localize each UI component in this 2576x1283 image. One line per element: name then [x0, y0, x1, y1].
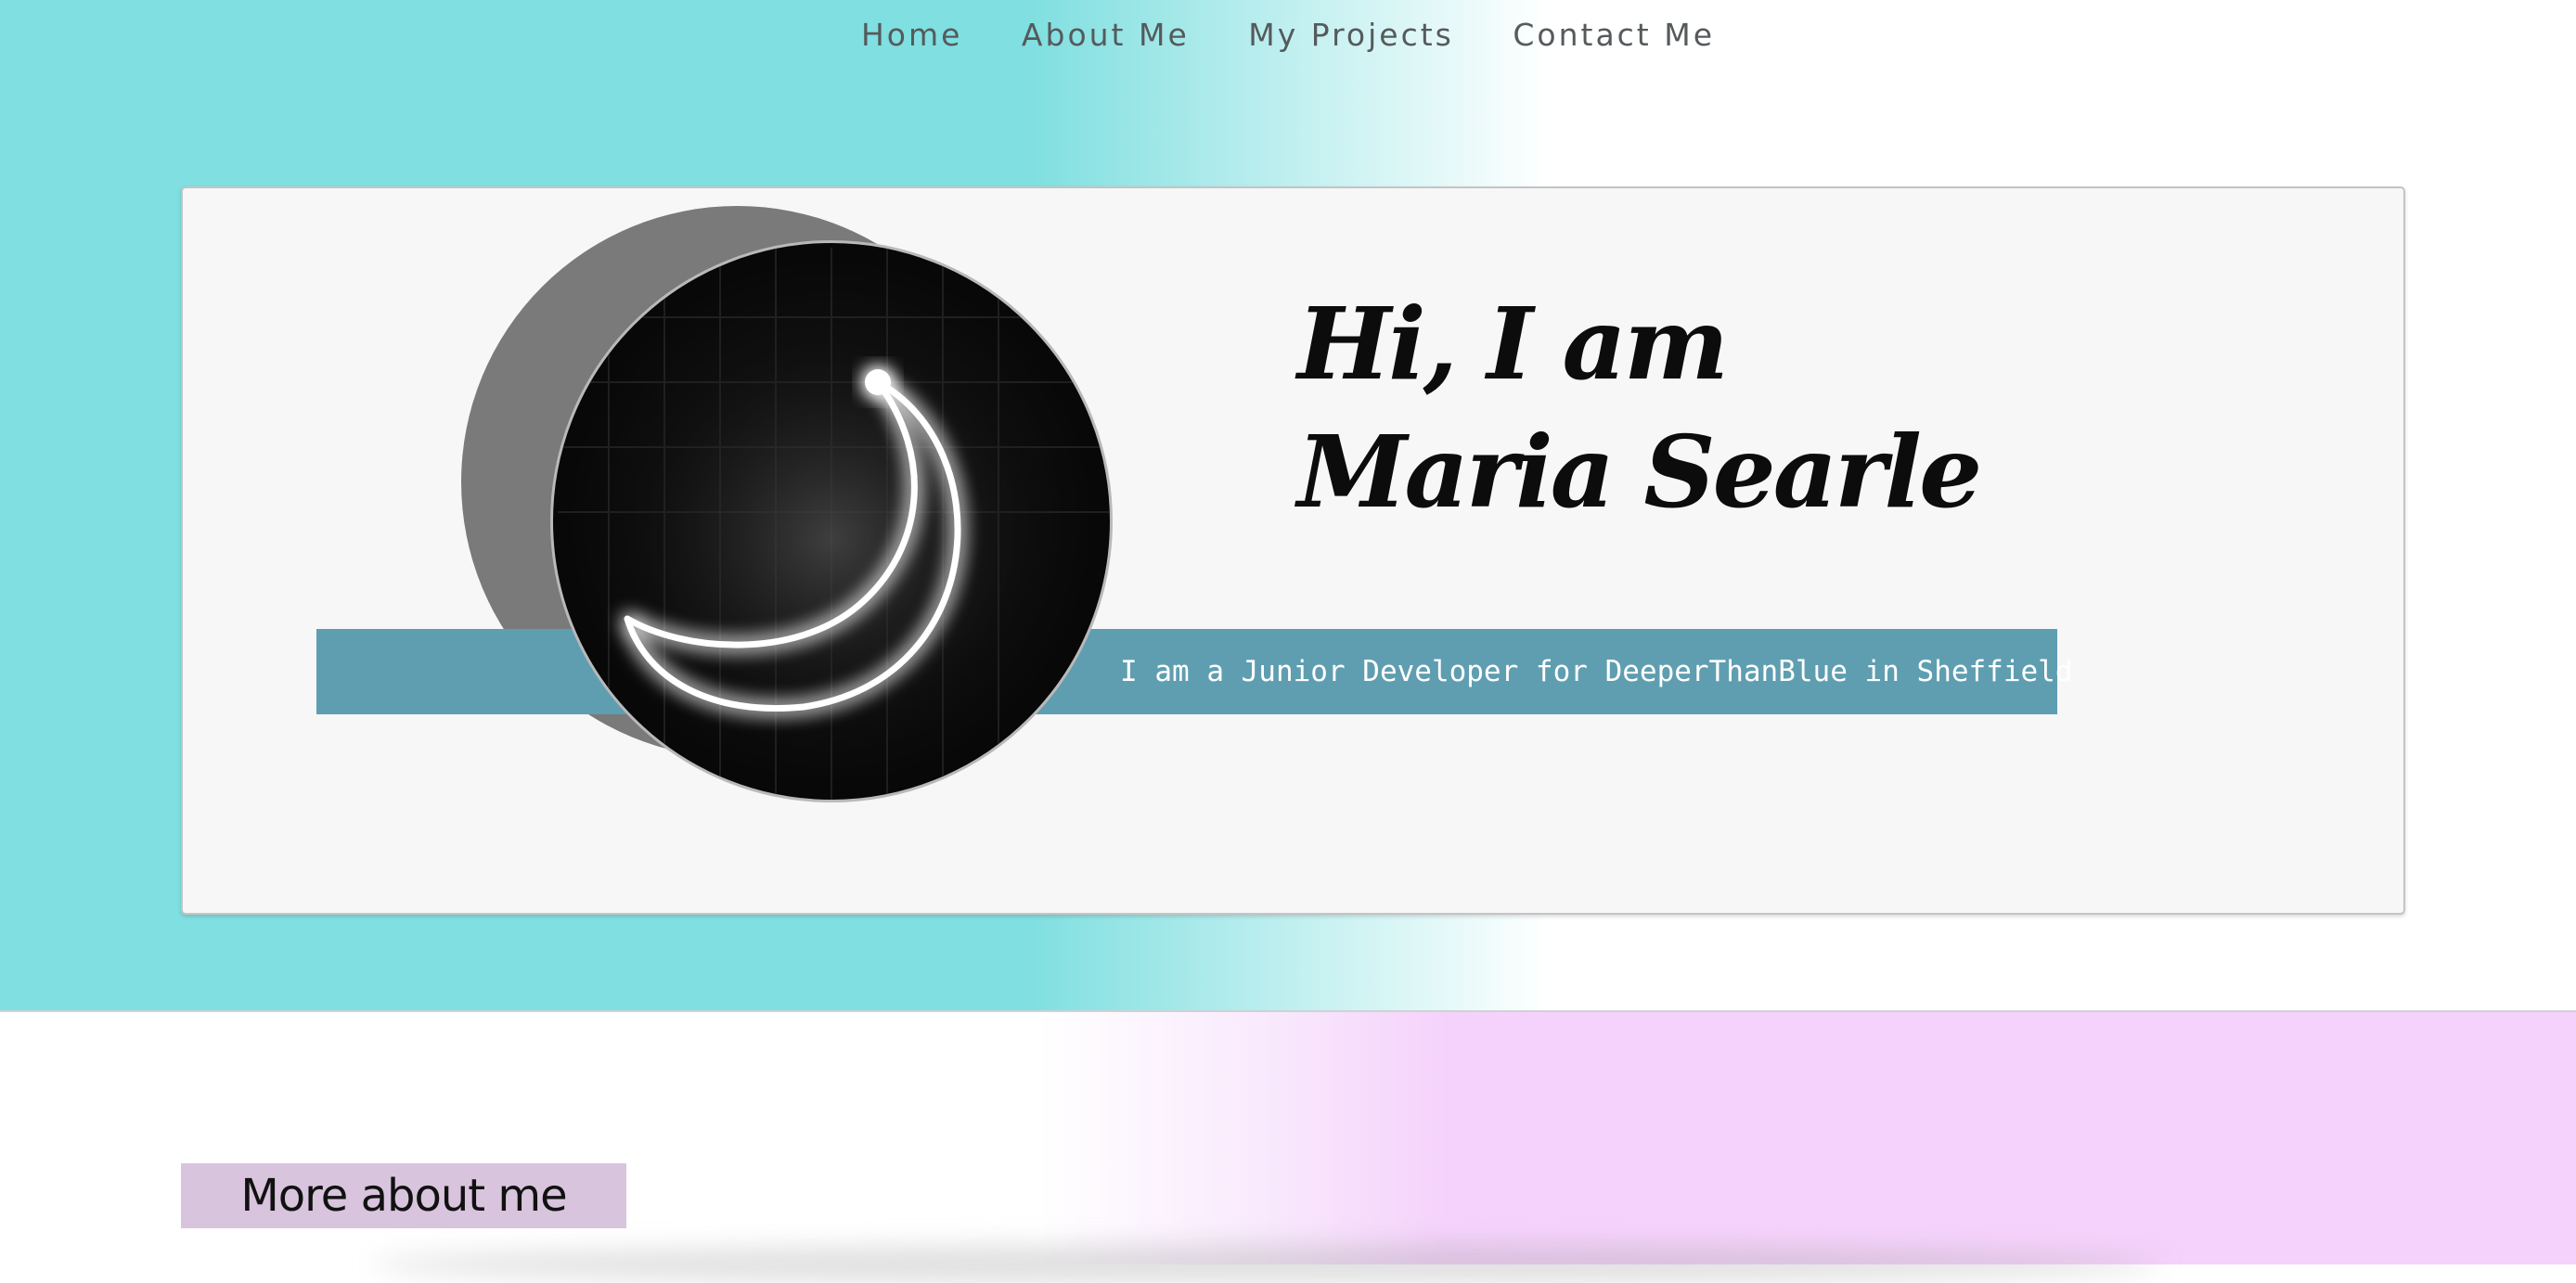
profile-portrait [550, 240, 1113, 802]
nav-item-home[interactable]: Home [861, 17, 962, 53]
hero-heading-line2: Maria Searle [1297, 415, 1982, 531]
hero-section: Home About Me My Projects Contact Me I a… [0, 0, 2576, 1012]
hero-heading: Hi, I am Maria Searle [1297, 281, 1982, 537]
main-nav: Home About Me My Projects Contact Me [0, 17, 2576, 53]
about-section-title: More about me [181, 1163, 626, 1228]
tagline-text: I am a Junior Developer for DeeperThanBl… [1120, 655, 2073, 688]
nav-item-about-me[interactable]: About Me [1022, 17, 1190, 53]
nav-item-my-projects[interactable]: My Projects [1248, 17, 1454, 53]
hero-heading-line1: Hi, I am [1297, 287, 1729, 403]
about-card-shadow [371, 1246, 2162, 1283]
nav-item-contact-me[interactable]: Contact Me [1513, 17, 1715, 53]
crescent-moon-neon-icon [558, 248, 1110, 800]
